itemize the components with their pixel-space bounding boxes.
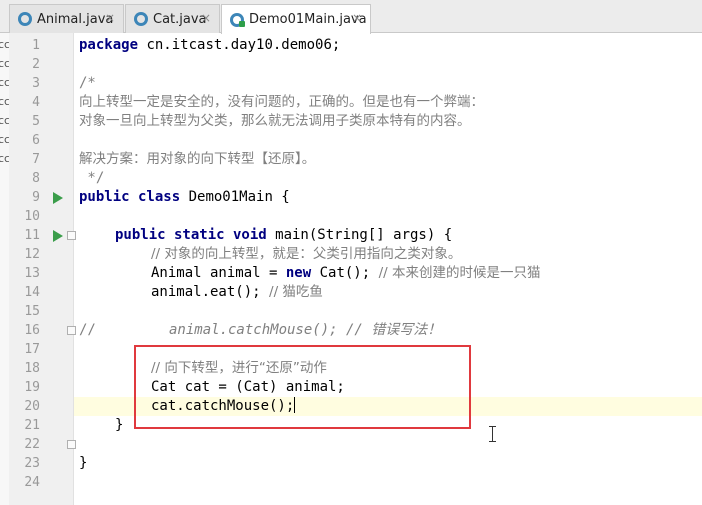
annotation-highlight-box bbox=[134, 345, 471, 429]
line-number: 2 bbox=[32, 57, 40, 72]
line-number: 12 bbox=[24, 247, 40, 262]
close-icon[interactable]: × bbox=[105, 11, 115, 25]
line-number: 23 bbox=[24, 456, 40, 471]
line-number: 20 bbox=[24, 399, 40, 414]
line-number: 18 bbox=[24, 361, 40, 376]
code-line-12: // 对象的向上转型，就是：父类引用指向之类对象。 bbox=[151, 246, 462, 262]
project-item-fragment: cc bbox=[0, 57, 9, 70]
code-line-23: } bbox=[79, 455, 88, 471]
project-item-fragment: cc bbox=[0, 38, 9, 51]
project-item-fragment: cc bbox=[0, 133, 9, 146]
project-item-fragment: cc bbox=[0, 114, 9, 127]
code-line-13: Animal animal = new Cat(); // 本来创建的时候是一只… bbox=[151, 265, 541, 281]
code-line-1: package cn.itcast.day10.demo06; bbox=[79, 37, 341, 53]
code-line-5: 对象一旦向上转型为父类，那么就无法调用子类原本特有的内容。 bbox=[79, 113, 471, 129]
code-line-4: 向上转型一定是安全的，没有问题的，正确的。但是也有一个弊端： bbox=[79, 94, 484, 110]
line-number: 14 bbox=[24, 285, 40, 300]
code-line-8: */ bbox=[79, 170, 105, 186]
code-line-16-comment-mark: // bbox=[79, 322, 96, 338]
line-number: 7 bbox=[32, 152, 40, 167]
line-number: 11 bbox=[24, 228, 40, 243]
line-number: 9 bbox=[32, 190, 40, 205]
run-main-icon[interactable] bbox=[53, 230, 63, 242]
tab-demo01main-java[interactable]: Demo01Main.java × bbox=[221, 4, 371, 34]
line-number: 22 bbox=[24, 437, 40, 452]
line-number: 5 bbox=[32, 114, 40, 129]
line-number: 3 bbox=[32, 76, 40, 91]
line-number: 10 bbox=[24, 209, 40, 224]
code-line-7: 解决方案：用对象的向下转型【还原】。 bbox=[79, 151, 316, 167]
close-icon[interactable]: × bbox=[201, 11, 211, 25]
line-number: 4 bbox=[32, 95, 40, 110]
code-editor[interactable]: package cn.itcast.day10.demo06; /* 向上转型一… bbox=[74, 33, 702, 505]
line-number: 15 bbox=[24, 304, 40, 319]
tab-cat-java[interactable]: Cat.java × bbox=[125, 4, 220, 33]
project-panel-edge[interactable]: cc cc cc cc cc cc cc bbox=[0, 33, 9, 505]
project-item-fragment: cc bbox=[0, 152, 9, 165]
project-item-fragment: cc bbox=[0, 95, 9, 108]
java-class-icon bbox=[18, 12, 32, 26]
project-item-fragment: cc bbox=[0, 76, 9, 89]
line-number: 19 bbox=[24, 380, 40, 395]
code-line-11: public static void main(String[] args) { bbox=[115, 227, 453, 243]
tab-label: Demo01Main.java bbox=[249, 12, 367, 27]
line-number: 16 bbox=[24, 323, 40, 338]
code-line-21: } bbox=[115, 417, 124, 433]
mouse-ibeam-cursor-icon bbox=[488, 426, 497, 442]
java-main-class-icon bbox=[230, 12, 245, 27]
line-number: 6 bbox=[32, 133, 40, 148]
tab-label: Animal.java bbox=[37, 11, 114, 27]
close-icon[interactable]: × bbox=[352, 11, 362, 25]
line-number: 8 bbox=[32, 171, 40, 186]
line-number: 24 bbox=[24, 475, 40, 490]
editor-gutter[interactable]: 1 2 3 4 5 6 7 8 9 10 11 12 13 14 15 16 1… bbox=[9, 33, 76, 505]
java-class-icon bbox=[134, 12, 148, 26]
editor-tab-bar: Animal.java × Cat.java × Demo01Main.java… bbox=[0, 0, 702, 34]
code-line-3: /* bbox=[79, 75, 96, 91]
tab-label: Cat.java bbox=[153, 11, 207, 27]
code-line-14: animal.eat(); // 猫吃鱼 bbox=[151, 284, 323, 300]
line-number: 1 bbox=[32, 38, 40, 53]
line-number: 13 bbox=[24, 266, 40, 281]
run-class-icon[interactable] bbox=[53, 192, 63, 204]
line-number: 17 bbox=[24, 342, 40, 357]
line-number: 21 bbox=[24, 418, 40, 433]
tab-animal-java[interactable]: Animal.java × bbox=[9, 4, 124, 33]
code-line-9: public class Demo01Main { bbox=[79, 189, 290, 205]
code-line-16: animal.catchMouse(); // 错误写法！ bbox=[169, 322, 442, 338]
